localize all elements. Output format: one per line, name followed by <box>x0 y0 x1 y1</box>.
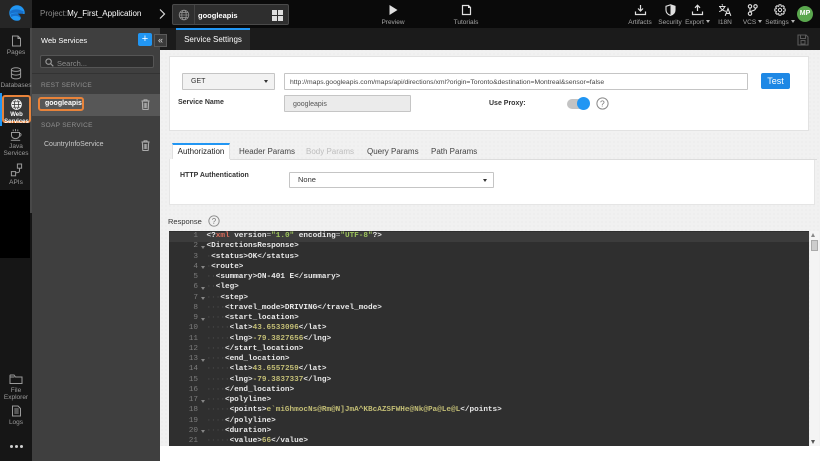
svg-text:?: ? <box>600 99 605 109</box>
svg-text:?: ? <box>212 217 217 226</box>
